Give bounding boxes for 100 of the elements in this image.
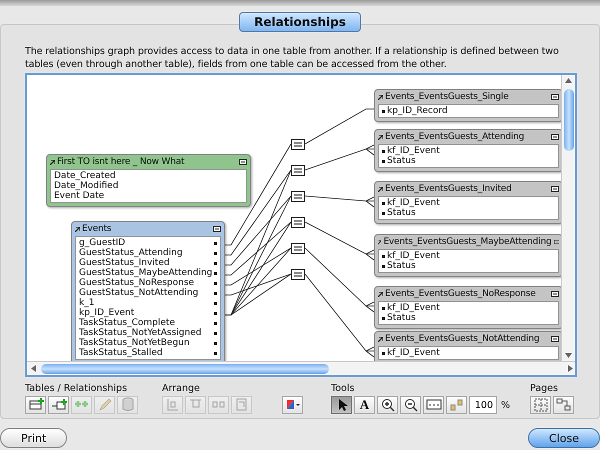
zoom-out-button[interactable] (400, 396, 421, 414)
relationships-graph[interactable] (25, 73, 577, 377)
table-box[interactable]: Events_EventsGuests_Attending kf_ID_Event Status (374, 129, 561, 172)
relationship-equals-icon (291, 139, 305, 150)
pin-icon (75, 226, 80, 232)
table-name: Events_EventsGuests_MaybeAttending (383, 237, 552, 247)
zoom-in-icon (380, 397, 396, 413)
display-button[interactable] (423, 396, 444, 414)
page-breaks-icon (448, 397, 464, 413)
add-relationship-button[interactable] (48, 396, 69, 414)
field-name: GuestStatus_Attending (79, 248, 184, 258)
table-box[interactable]: First TO isnt here _ Now What Date_Created Date_Modified Event Date (46, 154, 251, 207)
relationship-equals-icon (291, 243, 305, 254)
collapse-icon (551, 94, 559, 100)
scroll-left-icon[interactable] (30, 365, 37, 372)
field-name: GuestStatus_NoResponse (79, 278, 196, 288)
field-name: GuestStatus_Invited (79, 258, 171, 268)
field-name: Status (387, 261, 417, 271)
table-box[interactable]: Events_EventsGuests_Single kp_ID_Record (374, 89, 561, 122)
add-table-button[interactable] (25, 396, 46, 414)
table-box[interactable]: Events_EventsGuests_MaybeAttending kf_ID_Event Status (374, 234, 561, 277)
collapse-icon (554, 239, 559, 245)
field-name: kf_ID_Event (387, 198, 441, 208)
table-box[interactable]: Events_EventsGuests_NotAttending kf_ID_Event (374, 331, 561, 361)
field-name: Status (387, 313, 417, 323)
page-layout-button[interactable] (553, 396, 574, 414)
field-name: g_GuestID (79, 238, 126, 248)
scroll-down-icon[interactable] (565, 352, 572, 359)
table-box[interactable]: Events_EventsGuests_Invited kf_ID_Event Status (374, 181, 561, 224)
field-name: k_1 (79, 298, 96, 308)
pencil-icon (96, 397, 112, 413)
field-name: Status (387, 156, 417, 166)
collapse-icon (213, 226, 221, 232)
field-name: Event Date (54, 191, 106, 201)
pin-icon (378, 134, 383, 140)
zoom-unit: % (501, 400, 510, 410)
field-name: GuestStatus_MaybeAttending (79, 268, 212, 278)
field-name: TaskStatus_NotYetBegun (79, 338, 191, 348)
table-box[interactable] (71, 221, 225, 361)
description-text: The relationships graph provides access to data in one table from another. If a relationship is defined between two tables (even through another table), fields from one table can be accessed from the other. (25, 45, 560, 71)
table-box[interactable]: Events_EventsGuests_NoResponse kf_ID_Event Status (374, 286, 561, 329)
table-name: Events (82, 224, 112, 234)
pin-icon (378, 240, 382, 244)
field-name: Date_Created (54, 171, 117, 181)
group-label: Tools (331, 383, 354, 394)
page-grid-icon (532, 397, 549, 413)
resize-icon (234, 397, 250, 413)
field-name: Date_Modified (54, 181, 120, 191)
relationship-equals-icon (291, 269, 305, 280)
table-name: Events_EventsGuests_Invited (385, 184, 513, 194)
field-name: TaskStatus_Stalled (79, 348, 164, 358)
relationship-equals-icon (291, 217, 305, 228)
scroll-up-icon[interactable] (565, 77, 572, 84)
dialog-button[interactable]: Close (528, 428, 600, 448)
field-name: TaskStatus_NotYetAssigned (79, 328, 202, 338)
relationships-tab[interactable]: Relationships (239, 12, 361, 32)
pin-icon (50, 160, 55, 164)
table-name: Events_EventsGuests_NoResponse (385, 289, 537, 299)
dialog-button[interactable]: Print (0, 428, 68, 448)
field-name: GuestStatus_NotAttending (79, 288, 200, 298)
page-layout-icon (556, 397, 572, 413)
vertical-scrollbar[interactable] (561, 75, 575, 361)
pin-icon (378, 94, 383, 100)
pin-icon (378, 292, 383, 296)
trash-icon (120, 397, 136, 413)
table-name: Events_EventsGuests_NotAttending (385, 334, 540, 344)
scroll-thumb[interactable] (41, 364, 329, 374)
scroll-right-icon[interactable] (567, 365, 574, 372)
pin-icon (378, 186, 383, 192)
field-name: kp_ID_Event (79, 308, 136, 318)
text-tool-button[interactable]: A (354, 396, 375, 414)
table-name: Events_EventsGuests_Attending (385, 132, 526, 142)
zoom-in-button[interactable] (377, 396, 398, 414)
field-name: Status (387, 208, 417, 218)
collapse-icon (239, 159, 247, 165)
table-name: Events_EventsGuests_Single (385, 92, 510, 102)
pin-icon (378, 336, 383, 342)
field-name: kf_ID_Event (387, 348, 441, 358)
collapse-icon (551, 291, 559, 297)
relationship-equals-icon (291, 191, 305, 202)
field-name: kp_ID_Record (387, 106, 449, 116)
pointer-button[interactable] (331, 396, 352, 414)
collapse-icon (551, 134, 559, 140)
field-name: TaskStatus_Complete (79, 318, 176, 328)
horizontal-scrollbar[interactable] (27, 361, 575, 375)
relationship-equals-icon (291, 165, 305, 176)
collapse-icon (551, 186, 559, 192)
group-label: Arrange (162, 383, 200, 394)
zoom-out-icon (402, 397, 418, 413)
group-label: Pages (530, 383, 558, 394)
table-name: First TO isnt here _ Now What (57, 157, 186, 167)
field-name: kf_ID_Event (387, 251, 441, 261)
field-name: kf_ID_Event (387, 303, 441, 313)
collapse-icon (551, 336, 559, 342)
scroll-thumb[interactable] (564, 89, 574, 151)
page-grid-button[interactable] (530, 396, 552, 414)
color-button[interactable] (282, 396, 303, 414)
group-label: Tables / Relationships (25, 383, 128, 394)
align-left-icon (164, 397, 180, 413)
zoom-field[interactable]: 100 (469, 396, 497, 414)
